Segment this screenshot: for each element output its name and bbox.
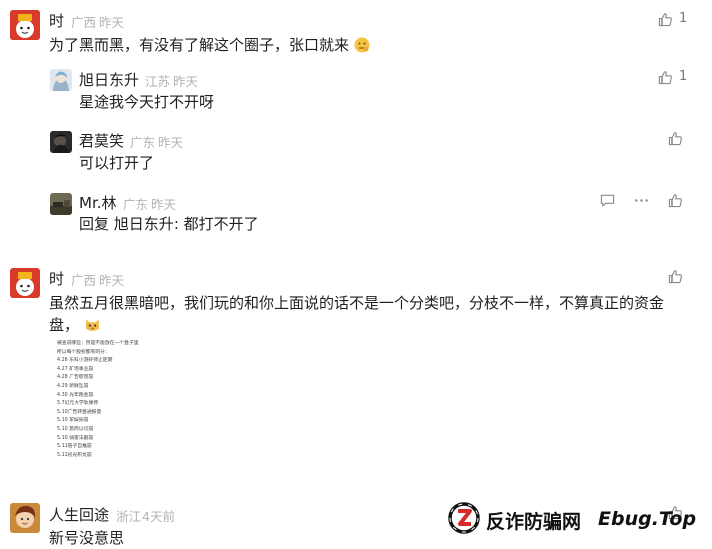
reply-text: 星途我今天打不开呀 <box>79 93 215 111</box>
reply-location: 广东 <box>130 135 156 150</box>
comment-time: 昨天 <box>99 15 125 30</box>
reply-author[interactable]: Mr.林 <box>79 192 117 213</box>
like-button[interactable]: 1 <box>658 69 698 87</box>
avatar[interactable] <box>10 10 40 40</box>
comment-text: 为了黑而黑，有没有了解这个圈子，张口就来 <box>49 34 370 59</box>
comment-text: 新号没意思 <box>49 529 125 547</box>
comment-icon[interactable] <box>600 193 615 208</box>
watermark: 反诈防骗网 Ebug.Top <box>448 502 698 536</box>
reply-author[interactable]: 旭日东升 <box>79 69 139 90</box>
reply-author[interactable]: 君莫笑 <box>79 130 124 151</box>
thumbs-up-icon <box>658 71 672 85</box>
comment-location: 浙江 <box>116 509 142 524</box>
reply-location: 江苏 <box>145 74 171 89</box>
reply-time: 昨天 <box>158 135 184 150</box>
comment-text: 虽然五月很黑暗吧，我们玩的和你上面说的话不是一个分类吧，分枝不一样，不算真正的资… <box>49 292 679 339</box>
cat-emoji-icon <box>84 316 101 339</box>
watermark-en: Ebug.Top <box>598 508 697 530</box>
thumbs-up-icon <box>658 13 672 27</box>
comment-location: 广西 <box>71 15 97 30</box>
attached-image[interactable]: 被查说哪些：然是不能放在一个盘子里 所以每个股权都有的分： 4.26 乐科小游奸… <box>52 338 232 478</box>
comment-time: 昨天 <box>99 273 125 288</box>
image-text: 被查说哪些：然是不能放在一个盘子里 所以每个股权都有的分： 4.26 乐科小游奸… <box>57 341 139 458</box>
thumbs-up-icon[interactable] <box>668 131 683 146</box>
comment-location: 广西 <box>71 273 97 288</box>
more-icon[interactable] <box>634 193 649 208</box>
reply-text: 可以打开了 <box>79 154 155 172</box>
thumbs-up-icon[interactable] <box>668 269 683 284</box>
avatar[interactable] <box>10 268 40 298</box>
reply-location: 广东 <box>123 197 149 212</box>
reply-text: 回复 旭日东升: 都打不开了 <box>79 215 259 233</box>
avatar[interactable] <box>50 69 72 91</box>
watermark-logo-icon <box>448 502 480 534</box>
avatar[interactable] <box>10 503 40 533</box>
like-button[interactable]: 1 <box>658 11 698 29</box>
like-count: 1 <box>679 69 688 84</box>
reply-time: 昨天 <box>151 197 177 212</box>
reply-mention[interactable]: 旭日东升 <box>114 215 174 233</box>
like-count: 1 <box>679 11 688 26</box>
avatar[interactable] <box>50 193 72 215</box>
avatar[interactable] <box>50 131 72 153</box>
comment-author[interactable]: 时 <box>49 268 64 289</box>
watermark-cn: 反诈防骗网 <box>486 511 582 533</box>
comment-author[interactable]: 时 <box>49 10 64 31</box>
thinking-emoji-icon <box>354 37 370 59</box>
thumbs-up-icon[interactable] <box>668 193 683 208</box>
comment-time: 4天前 <box>142 509 175 524</box>
reply-time: 昨天 <box>173 74 199 89</box>
comment-author[interactable]: 人生回途 <box>49 504 109 525</box>
